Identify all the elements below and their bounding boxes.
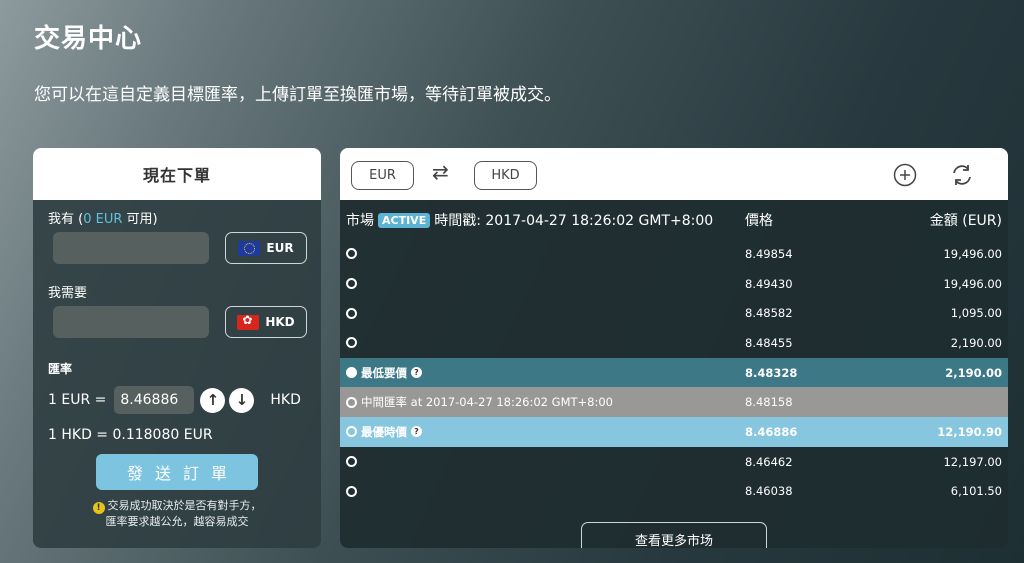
note-line-1: 交易成功取決於是否有對手方，: [107, 499, 262, 512]
rate-to-label: HKD: [270, 392, 301, 408]
page-title: 交易中心: [34, 24, 143, 54]
row-price: 8.49430: [745, 276, 793, 291]
market-timestamp: 時間戳: 2017-04-27 18:26:02 GMT+8:00: [434, 213, 714, 229]
warning-icon: !: [92, 502, 105, 514]
need-amount-input[interactable]: [53, 306, 209, 338]
order-panel-header: 現在下單: [33, 148, 321, 200]
quote-currency-button[interactable]: HKD: [474, 161, 537, 190]
plus-circle-icon[interactable]: [892, 162, 918, 188]
best-bid-row[interactable]: 最優時價? 8.46886 12,190.90: [340, 417, 1008, 447]
refresh-icon[interactable]: [949, 162, 975, 188]
order-book-row[interactable]: 8.48582 1,095.00: [340, 298, 1008, 328]
order-book-row[interactable]: 8.48455 2,190.00: [340, 328, 1008, 358]
help-icon[interactable]: ?: [411, 426, 422, 438]
view-more-markets-button[interactable]: 查看更多市场: [581, 522, 767, 548]
have-label: 我有 (0 EUR 可用): [48, 208, 158, 227]
order-book: 8.49854 19,496.00 8.49430 19,496.00 8.48…: [340, 239, 1008, 506]
radio-icon: [346, 248, 357, 260]
have-currency-label: EUR: [266, 241, 294, 255]
have-amount-input[interactable]: [53, 232, 209, 264]
market-toolbar: EUR ⇄ HKD: [340, 148, 1008, 200]
best-bid-label: 最優時價?: [361, 424, 422, 440]
order-book-row[interactable]: 8.49854 19,496.00: [340, 239, 1008, 269]
radio-icon: [346, 337, 357, 349]
order-book-row[interactable]: 8.46462 12,197.00: [340, 447, 1008, 477]
row-price: 8.48582: [745, 306, 793, 321]
swap-icon[interactable]: ⇄: [432, 160, 449, 184]
row-amount: 19,496.00: [943, 246, 1002, 261]
mid-rate-label: 中間匯率 at 2017-04-27 18:26:02 GMT+8:00: [361, 395, 613, 410]
note-line-2: 匯率要求越公允，越容易成交: [105, 515, 249, 528]
base-currency-button[interactable]: EUR: [351, 161, 414, 190]
amount-column-header: 金額 (EUR): [929, 213, 1002, 229]
row-price: 8.49854: [745, 246, 793, 261]
row-price: 8.48328: [745, 365, 798, 380]
eu-flag-icon: [238, 240, 261, 256]
order-book-row[interactable]: 8.46038 6,101.50: [340, 477, 1008, 507]
rate-input[interactable]: 8.46886: [114, 386, 195, 414]
status-badge: ACTIVE: [378, 212, 431, 228]
row-amount: 19,496.00: [943, 276, 1002, 291]
lowest-ask-label: 最低要價?: [361, 365, 422, 381]
have-currency-button[interactable]: EUR: [225, 232, 307, 264]
row-price: 8.46886: [745, 424, 798, 439]
rate-up-button[interactable]: ↑: [200, 387, 226, 413]
lowest-ask-text: 最低要價: [361, 365, 407, 380]
row-price: 8.46462: [745, 454, 793, 469]
rate-label: 匯率: [48, 362, 73, 376]
row-amount: 1,095.00: [950, 306, 1002, 321]
row-price: 8.46038: [745, 484, 793, 499]
order-book-row[interactable]: 8.49430 19,496.00: [340, 269, 1008, 299]
rate-down-button[interactable]: ↓: [229, 387, 255, 413]
lowest-ask-row[interactable]: 最低要價? 8.48328 2,190.00: [340, 357, 1008, 388]
row-price: 8.48455: [745, 335, 793, 350]
row-amount: 2,190.00: [945, 365, 1002, 380]
row-price: 8.48158: [745, 395, 793, 410]
submit-order-button[interactable]: 發送訂單: [96, 454, 258, 490]
market-header-row: 市場 ACTIVE 時間戳: 2017-04-27 18:26:02 GMT+8…: [340, 200, 1008, 240]
need-currency-button[interactable]: HKD: [225, 306, 307, 338]
price-column-header: 價格: [745, 213, 773, 229]
inverse-rate: 1 HKD = 0.118080 EUR: [48, 427, 213, 443]
have-label-suffix: 可用): [122, 212, 158, 227]
page-subtitle: 您可以在這自定義目標匯率，上傳訂單至換匯市場，等待訂單被成交。: [34, 85, 561, 105]
help-icon[interactable]: ?: [411, 367, 422, 379]
radio-icon: [346, 456, 357, 468]
order-panel: 現在下單 我有 (0 EUR 可用) EUR 我需要 HKD 匯率 1 EUR …: [33, 148, 321, 548]
need-currency-label: HKD: [265, 315, 295, 329]
radio-icon: [346, 485, 357, 497]
radio-icon: [346, 307, 357, 319]
have-label-prefix: 我有 (: [48, 212, 84, 227]
need-label: 我需要: [48, 286, 88, 301]
available-balance: 0 EUR: [83, 212, 123, 227]
rate-row: 1 EUR = 8.46886 ↑ ↓ HKD: [48, 386, 301, 414]
radio-icon: [346, 396, 357, 408]
rate-from-label: 1 EUR =: [48, 392, 107, 408]
row-amount: 12,197.00: [943, 454, 1002, 469]
radio-selected-icon: [346, 367, 357, 379]
row-amount: 2,190.00: [950, 335, 1002, 350]
market-label: 市場: [346, 213, 374, 229]
radio-icon: [346, 426, 357, 438]
radio-icon: [346, 278, 357, 290]
best-bid-text: 最優時價: [361, 424, 407, 439]
market-panel: EUR ⇄ HKD 市場 ACTIVE 時間戳: 2017-04-27 18:2…: [340, 148, 1008, 548]
hk-flag-icon: [237, 313, 260, 330]
row-amount: 12,190.90: [937, 424, 1002, 439]
row-amount: 6,101.50: [950, 484, 1002, 499]
order-note: ! 交易成功取決於是否有對手方， 匯率要求越公允，越容易成交: [53, 498, 301, 530]
mid-rate-row: 中間匯率 at 2017-04-27 18:26:02 GMT+8:00 8.4…: [340, 387, 1008, 418]
